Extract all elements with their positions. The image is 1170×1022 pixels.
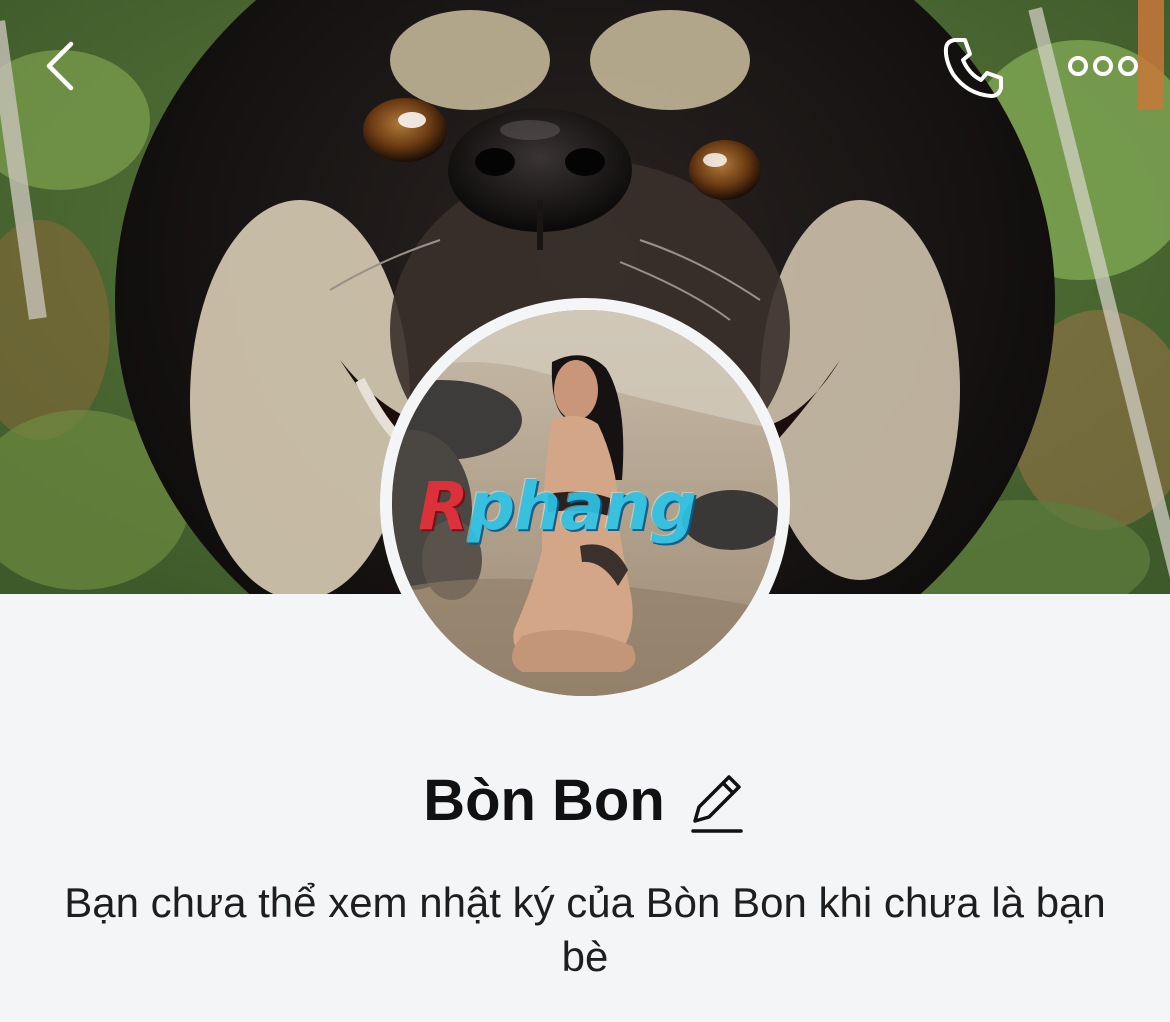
- avatar-photo: Rphang: [392, 310, 778, 696]
- privacy-notice: Bạn chưa thể xem nhật ký của Bòn Bon khi…: [64, 879, 1106, 980]
- more-dots-icon: [1068, 56, 1138, 76]
- more-options-button[interactable]: [1060, 36, 1146, 96]
- pencil-icon: [691, 775, 743, 833]
- chevron-left-icon: [46, 41, 74, 91]
- edit-name-button[interactable]: [687, 770, 747, 836]
- avatar-watermark: Rphang: [418, 468, 758, 545]
- profile-avatar[interactable]: Rphang: [380, 298, 790, 708]
- avatar-watermark-text: R: [418, 468, 469, 545]
- call-button[interactable]: [930, 28, 1016, 108]
- back-button[interactable]: [30, 30, 90, 102]
- profile-screen: Rphang Bòn Bon Bạn chưa thể xem nhật ký …: [0, 0, 1170, 1022]
- phone-icon: [943, 38, 1003, 98]
- avatar-watermark-rest: phang: [467, 468, 697, 545]
- profile-name: Bòn Bon: [423, 767, 665, 833]
- profile-name-row: Bòn Bon: [0, 755, 1170, 845]
